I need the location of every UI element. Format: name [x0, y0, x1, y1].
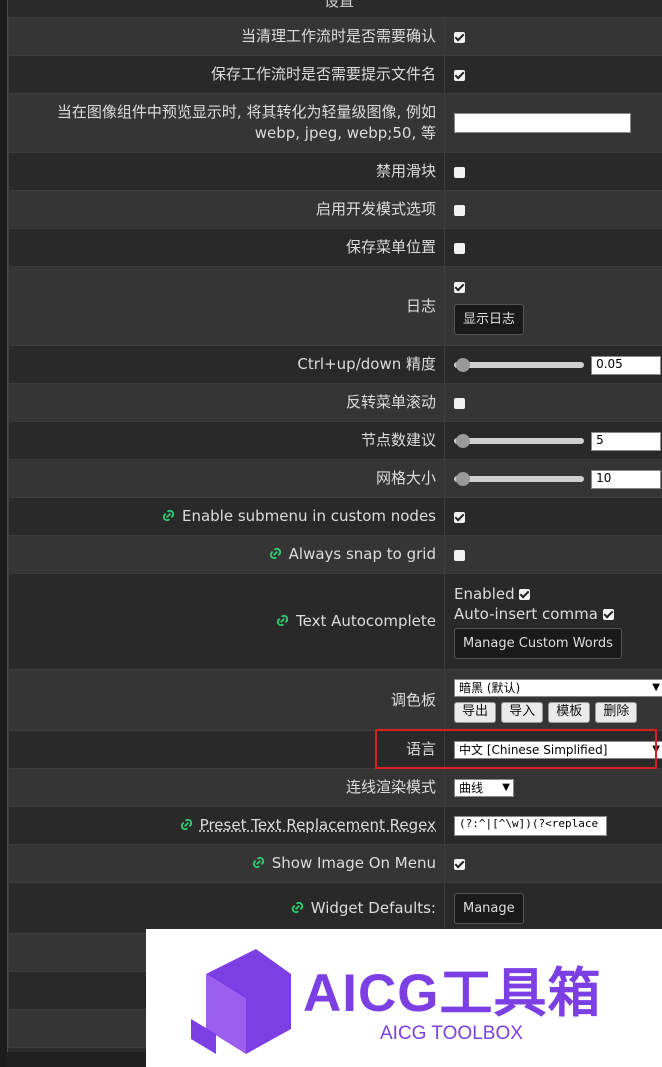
- watermark-title: AICG工具箱: [303, 964, 602, 1023]
- setting-row-ctrl-precision: Ctrl+up/down 精度 0.05: [8, 345, 662, 384]
- slider-thumb[interactable]: [456, 434, 470, 448]
- setting-row-dev-mode: 启用开发模式选项: [8, 190, 662, 229]
- language-select[interactable]: 中文 [Chinese Simplified] ▼: [454, 741, 662, 760]
- dialog-title: 设置: [323, 0, 354, 10]
- palette-delete-button[interactable]: 删除: [595, 701, 638, 723]
- setting-row-preset-regex: Preset Text Replacement Regex (?:^|[^\w]…: [8, 806, 662, 845]
- slider-thumb[interactable]: [456, 472, 470, 486]
- link-render-select[interactable]: 曲线 ▼: [454, 779, 514, 798]
- setting-label: 语言: [8, 730, 445, 769]
- invert-menu-scroll-checkbox[interactable]: [454, 398, 465, 409]
- grid-size-input[interactable]: 10: [591, 469, 662, 489]
- setting-label: Text Autocomplete: [296, 612, 436, 630]
- settings-table: 当清理工作流时是否需要确认 保存工作流时是否需要提示文件名 当在图像组件中预览显…: [8, 17, 662, 1048]
- preview-format-input[interactable]: [454, 113, 631, 134]
- setting-row-save-menu-pos: 保存菜单位置: [8, 228, 662, 267]
- setting-row-preview-format: 当在图像组件中预览显示时, 将其转化为轻量级图像, 例如 webp, jpeg,…: [8, 93, 662, 153]
- save-menu-pos-checkbox[interactable]: [454, 243, 465, 254]
- setting-label: Always snap to grid: [288, 545, 436, 563]
- dev-mode-checkbox[interactable]: [454, 205, 465, 216]
- palette-select[interactable]: 暗黑 (默认) ▼: [454, 678, 662, 697]
- left-background-strip: [0, 0, 7, 1067]
- setting-label: 连线渲染模式: [8, 768, 445, 807]
- setting-row-grid-size: 网格大小 10: [8, 459, 662, 498]
- comma-label: Auto-insert comma: [454, 605, 598, 623]
- chevron-down-icon: ▼: [652, 744, 660, 756]
- setting-label: 调色板: [8, 669, 445, 731]
- setting-row-prompt-filename: 保存工作流时是否需要提示文件名: [8, 55, 662, 94]
- setting-row-node-suggestions: 节点数建议 5: [8, 421, 662, 460]
- show-image-menu-checkbox[interactable]: [454, 859, 465, 870]
- autocomplete-enabled-checkbox[interactable]: [519, 589, 531, 600]
- setting-label: 日志: [8, 266, 445, 346]
- setting-row-widget-defaults: Widget Defaults: Manage: [8, 882, 662, 934]
- link-icon: [180, 818, 192, 831]
- confirm-clear-checkbox[interactable]: [454, 32, 465, 43]
- chevron-down-icon: ▼: [652, 681, 660, 693]
- setting-label: 启用开发模式选项: [8, 190, 445, 229]
- setting-label: Ctrl+up/down 精度: [8, 345, 445, 384]
- setting-label: 网格大小: [8, 459, 445, 498]
- prompt-filename-checkbox[interactable]: [454, 70, 465, 81]
- watermark-subtitle: AICG TOOLBOX: [380, 1023, 523, 1044]
- setting-row-snap-grid: Always snap to grid: [8, 535, 662, 574]
- enabled-label: Enabled: [454, 585, 515, 603]
- chevron-down-icon: ▼: [502, 782, 510, 794]
- setting-label: 保存工作流时是否需要提示文件名: [8, 55, 445, 94]
- node-suggestions-slider[interactable]: [454, 433, 584, 449]
- setting-row-link-render: 连线渲染模式 曲线 ▼: [8, 768, 662, 807]
- node-suggestions-input[interactable]: 5: [591, 431, 662, 451]
- palette-template-button[interactable]: 模板: [548, 701, 591, 723]
- preset-regex-input[interactable]: (?:^|[^\w])(?<replace: [454, 815, 607, 836]
- language-selected-value: 中文 [Chinese Simplified]: [459, 743, 608, 758]
- show-log-button[interactable]: 显示日志: [454, 304, 525, 335]
- setting-row-disable-slider: 禁用滑块: [8, 152, 662, 191]
- link-icon: [276, 614, 289, 627]
- setting-row-language: 语言 中文 [Chinese Simplified] ▼: [8, 730, 662, 769]
- setting-label: Preset Text Replacement Regex: [199, 816, 436, 834]
- palette-import-button[interactable]: 导入: [501, 701, 544, 723]
- submenu-checkbox[interactable]: [454, 512, 465, 523]
- setting-label: 保存菜单位置: [8, 228, 445, 267]
- setting-label-line: webp, jpeg, webp;50, 等: [254, 124, 436, 142]
- disable-slider-checkbox[interactable]: [454, 167, 465, 178]
- setting-row-autocomplete: Text Autocomplete Enabled Auto-insert co…: [8, 573, 662, 670]
- setting-label: Enable submenu in custom nodes: [181, 507, 436, 525]
- setting-label-line: 当在图像组件中预览显示时, 将其转化为轻量级图像, 例如: [56, 103, 436, 121]
- link-icon: [162, 509, 175, 522]
- setting-label: 当在图像组件中预览显示时, 将其转化为轻量级图像, 例如 webp, jpeg,…: [8, 93, 445, 153]
- link-icon: [291, 901, 303, 913]
- palette-export-button[interactable]: 导出: [454, 701, 497, 723]
- auto-comma-checkbox[interactable]: [602, 609, 614, 620]
- setting-row-submenu: Enable submenu in custom nodes: [8, 497, 662, 536]
- link-icon: [269, 547, 281, 560]
- setting-row-invert-menu-scroll: 反转菜单滚动: [8, 383, 662, 422]
- ctrl-precision-input[interactable]: 0.05: [591, 355, 662, 375]
- aicg-logo-icon: [191, 949, 291, 1054]
- setting-label: 节点数建议: [8, 421, 445, 460]
- setting-row-log: 日志 显示日志: [8, 266, 662, 346]
- setting-label: Widget Defaults:: [310, 898, 436, 917]
- setting-row-show-image-menu: Show Image On Menu: [8, 844, 662, 883]
- setting-label: Show Image On Menu: [271, 854, 436, 872]
- log-checkbox[interactable]: [454, 282, 465, 293]
- slider-thumb[interactable]: [456, 358, 470, 372]
- setting-row-confirm-clear: 当清理工作流时是否需要确认: [8, 17, 662, 56]
- snap-grid-checkbox[interactable]: [454, 550, 465, 561]
- setting-row-palette: 调色板 暗黑 (默认) ▼ 导出 导入 模板 删除: [8, 669, 662, 731]
- settings-dialog: 设置 当清理工作流时是否需要确认 保存工作流时是否需要提示文件名 当在图像组件中…: [7, 0, 662, 1052]
- setting-label: 禁用滑块: [8, 152, 445, 191]
- setting-label: 反转菜单滚动: [8, 383, 445, 422]
- ctrl-precision-slider[interactable]: [454, 357, 584, 373]
- manage-custom-words-button[interactable]: Manage Custom Words: [454, 628, 622, 659]
- setting-label: 当清理工作流时是否需要确认: [8, 17, 445, 56]
- widget-defaults-manage-button[interactable]: Manage: [454, 892, 524, 924]
- link-icon: [252, 856, 264, 869]
- watermark: AICG工具箱 AICG TOOLBOX: [146, 929, 662, 1067]
- palette-selected-value: 暗黑 (默认): [459, 680, 521, 695]
- link-render-selected-value: 曲线: [459, 781, 484, 796]
- grid-size-slider[interactable]: [454, 471, 584, 487]
